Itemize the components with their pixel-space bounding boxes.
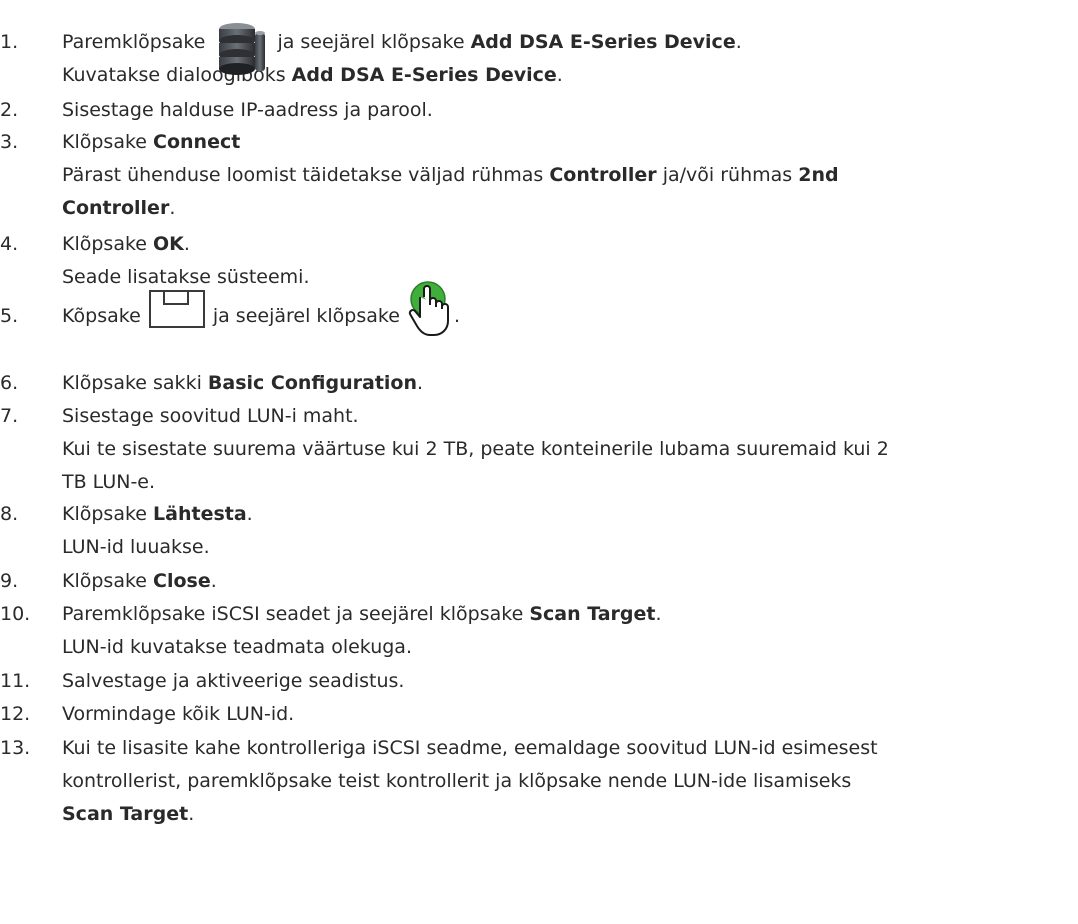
text-run: Paremklõpsake [62, 31, 212, 53]
text-run: Salvestage ja aktiveerige seadistus. [62, 670, 405, 692]
step-number: 1. [0, 31, 19, 53]
text-run: Vormindage kõik LUN-id. [62, 703, 295, 725]
step-text: Salvestage ja aktiveerige seadistus. [62, 665, 1078, 698]
step-number: 8. [0, 503, 19, 525]
ui-term: Close [153, 570, 211, 592]
step-text: Vormindage kõik LUN-id. [62, 698, 1078, 731]
text-line: Klõpsake Close. [62, 565, 1078, 598]
text-line: Kui te sisestate suurema väärtuse kui 2 … [62, 433, 1078, 466]
text-run: . [735, 31, 742, 53]
step-number: 11. [0, 670, 31, 692]
step-text: Klõpsake Close. [62, 565, 1078, 598]
text-line: Paremklõpsake ja seejärel klõpsake Add D… [62, 23, 1078, 75]
step-text: Klõpsake Lähtesta. LUN-id luuakse. [62, 498, 1078, 564]
ui-term: 2nd [798, 164, 839, 186]
storage-icon [211, 19, 271, 90]
text-line: LUN-id kuvatakse teadmata olekuga. [62, 631, 1078, 664]
text-run: Sisestage soovitud LUN-i maht. [62, 405, 359, 427]
text-run: . [183, 233, 190, 255]
step-number: 13. [0, 737, 31, 759]
activate-icon [406, 279, 454, 352]
ui-term: Connect [153, 131, 241, 153]
step-number: 5. [0, 305, 19, 327]
text-line: Klõpsake OK. [62, 228, 1078, 261]
text-line: Seade lisatakse süsteemi. [62, 261, 1078, 294]
ui-term: Scan Target [529, 603, 656, 625]
step-text: Klõpsake sakki Basic Configuration. [62, 367, 1078, 400]
step-text: Paremklõpsake iSCSI seadet ja seejärel k… [62, 598, 1078, 664]
text-run: Paremklõpsake iSCSI seadet ja seejärel k… [62, 603, 530, 625]
text-run: Kõpsake [62, 305, 147, 327]
ui-term: Controller [549, 164, 657, 186]
text-line: Pärast ühenduse loomist täidetakse välja… [62, 159, 1078, 192]
step-text: Klõpsake Connect Pärast ühenduse loomist … [62, 126, 1078, 225]
step-number: 2. [0, 99, 19, 121]
text-run: Seade lisatakse süsteemi. [62, 266, 310, 288]
step-number: 10. [0, 603, 31, 625]
text-run: kontrollerist, paremklõpsake teist kontr… [62, 770, 852, 792]
text-run: Klõpsake [62, 233, 154, 255]
text-run: Klõpsake [62, 131, 154, 153]
text-line: Salvestage ja aktiveerige seadistus. [62, 665, 1078, 698]
step-text: Sisestage soovitud LUN-i maht. Kui te sis… [62, 400, 1078, 499]
text-run: Kui te lisasite kahe kontrolleriga iSCSI… [62, 737, 878, 759]
ui-term: OK [153, 233, 184, 255]
text-run: Kui te sisestate suurema väärtuse kui 2 … [62, 438, 889, 460]
text-line: Controller. [62, 192, 1078, 225]
text-run: . [210, 570, 217, 592]
text-run: . [169, 197, 176, 219]
text-line: kontrollerist, paremklõpsake teist kontr… [62, 765, 1078, 798]
text-line: Sisestage soovitud LUN-i maht. [62, 400, 1078, 433]
text-run: . [556, 64, 563, 86]
text-line: Kõpsake ja seejärel klõpsake . [62, 281, 1078, 336]
text-run: . [188, 803, 195, 825]
text-run: Klõpsake [62, 503, 154, 525]
text-run: TB LUN-e. [62, 471, 156, 493]
text-run: ja seejärel klõpsake [271, 31, 471, 53]
text-run: Pärast ühenduse loomist täidetakse välja… [62, 164, 550, 186]
save-icon [147, 289, 207, 340]
step-number: 6. [0, 372, 19, 394]
ui-term: Scan Target [62, 803, 189, 825]
text-run: . [417, 372, 424, 394]
text-run: ja seejärel klõpsake [206, 305, 406, 327]
text-line: LUN-id luuakse. [62, 531, 1078, 564]
ui-term: Add DSA E-Series Device [470, 31, 736, 53]
text-line: Klõpsake sakki Basic Configuration. [62, 367, 1078, 400]
step-text: Paremklõpsake ja seejärel klõpsake Add D… [62, 23, 1078, 92]
text-line: Klõpsake Connect [62, 126, 1078, 159]
text-run: Klõpsake [62, 570, 154, 592]
text-run: . [655, 603, 662, 625]
text-line: TB LUN-e. [62, 466, 1078, 499]
ui-term: Add DSA E-Series Device [291, 64, 557, 86]
text-run: . [453, 305, 461, 327]
ui-term: Controller [62, 197, 170, 219]
step-text: Sisestage halduse IP-aadress ja parool. [62, 94, 1078, 127]
step-number: 7. [0, 405, 19, 427]
text-line: Paremklõpsake iSCSI seadet ja seejärel k… [62, 598, 1078, 631]
text-run: Klõpsake sakki [62, 372, 208, 394]
text-run: LUN-id luuakse. [62, 536, 210, 558]
ui-term: Basic Configuration [207, 372, 417, 394]
text-run: . [246, 503, 253, 525]
text-line: Sisestage halduse IP-aadress ja parool. [62, 94, 1078, 127]
step-number: 3. [0, 131, 19, 153]
step-text: Kõpsake ja seejärel klõpsake . [62, 281, 1078, 336]
text-run: Sisestage halduse IP-aadress ja parool. [62, 99, 433, 121]
step-number: 12. [0, 703, 31, 725]
text-run: ja/või rühmas [656, 164, 799, 186]
step-text: Kui te lisasite kahe kontrolleriga iSCSI… [62, 732, 1078, 831]
step-number: 4. [0, 233, 19, 255]
step-number: 9. [0, 570, 19, 592]
text-line: Kui te lisasite kahe kontrolleriga iSCSI… [62, 732, 1078, 765]
text-line: Vormindage kõik LUN-id. [62, 698, 1078, 731]
step-text: Klõpsake OK. Seade lisatakse süsteemi. [62, 228, 1078, 294]
ui-term: Lähtesta [153, 503, 247, 525]
text-run: LUN-id kuvatakse teadmata olekuga. [62, 636, 412, 658]
text-line: Klõpsake Lähtesta. [62, 498, 1078, 531]
text-line: Scan Target. [62, 798, 1078, 831]
